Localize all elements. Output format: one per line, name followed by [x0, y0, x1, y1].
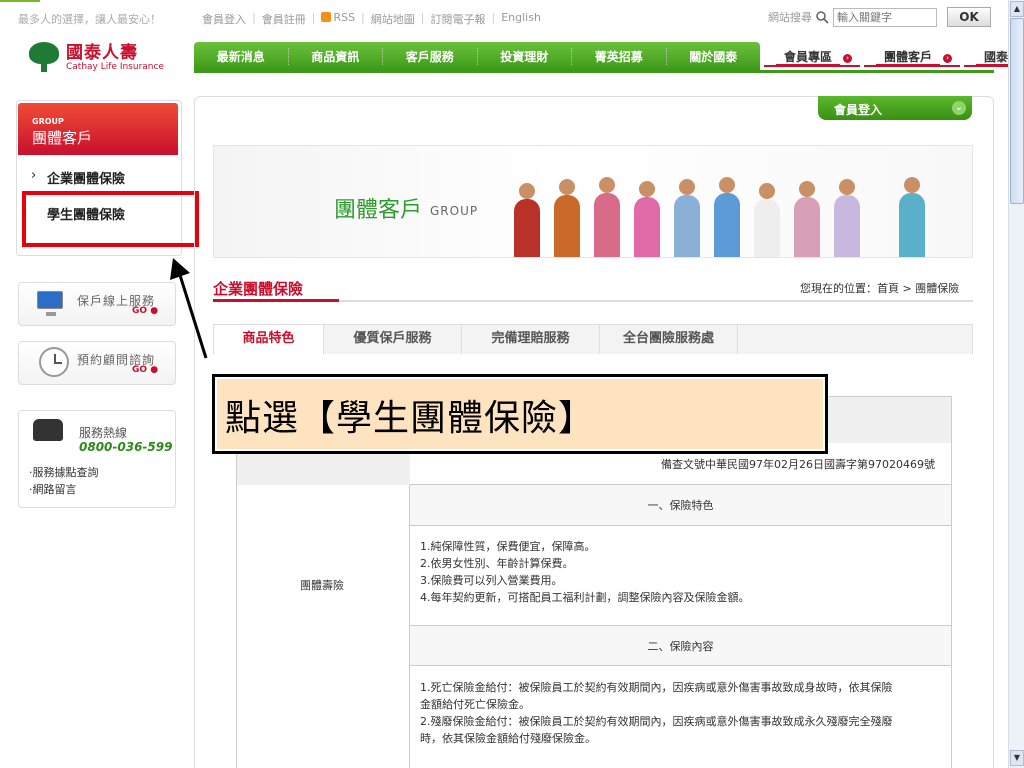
feature-item: 4.每年契約更新，可搭配員工福利計劃，調整保險內容及保險金額。: [420, 591, 750, 604]
hotline-label: 服務熱線: [79, 426, 128, 440]
nav-products[interactable]: 商品資訊: [289, 47, 383, 65]
section-contents-title: 二、保險內容: [647, 640, 714, 653]
group-header-en: GROUP: [32, 117, 64, 126]
monitor-icon: [37, 291, 63, 316]
online-service-button[interactable]: 保戶線上服務 GO ●: [18, 282, 176, 326]
arrow-circle-icon: ›: [843, 54, 853, 63]
top-utility-bar: 最多人的選擇，讓人最安心！ 會員登入 | 會員註冊 | RSS | 網站地圖 | 訂閱電…: [0, 0, 1008, 34]
online-message-link[interactable]: ‧網路留言: [29, 481, 77, 497]
english-link[interactable]: English: [501, 11, 541, 27]
nav-investment[interactable]: 投資理財: [478, 47, 572, 65]
section-features-header: 一、保險特色: [410, 484, 951, 525]
title-divider-accent: [213, 299, 339, 302]
member-register-link[interactable]: 會員註冊: [262, 11, 306, 27]
nav-group-customers[interactable]: 團體客戶 ›: [864, 48, 961, 67]
bullet-icon: ›: [31, 168, 37, 183]
content-item: 1.死亡保險金給付：被保險員工於契約有效期間內，因疾病或意外傷害事故致成身故時，…: [420, 681, 893, 694]
banner-title: 團體客戶: [334, 198, 423, 223]
sitemap-link[interactable]: 網站地圖: [371, 11, 415, 27]
search-input[interactable]: [833, 7, 937, 27]
newsletter-link[interactable]: 訂閱電子報: [430, 11, 485, 27]
approval-number: 備查文號中華民國97年02月26日國壽字第97020469號: [661, 458, 935, 471]
banner-subtitle: GROUP: [430, 204, 479, 218]
nav-group-customers-label: 團體客戶: [876, 50, 941, 66]
feature-item: 3.保險費可以列入營業費用。: [420, 574, 563, 587]
chevron-down-icon: ⌄: [952, 101, 966, 115]
arrow-circle-icon: ›: [943, 54, 953, 63]
nav-about[interactable]: 關於國泰: [667, 48, 761, 65]
page-title: 企業團體保險: [213, 280, 304, 298]
nav-customer-service[interactable]: 客戶服務: [383, 47, 478, 65]
go-label: GO ●: [132, 306, 159, 316]
site-search: 網站搜尋 OK: [768, 7, 991, 27]
nav-underline: [194, 70, 994, 73]
nav-member-zone-label: 會員專區: [776, 50, 841, 66]
member-login-link[interactable]: 會員登入: [202, 11, 246, 27]
rss-label: RSS: [333, 11, 356, 24]
product-name: 團體壽險: [300, 579, 344, 592]
member-login-label: 會員登入: [834, 103, 883, 117]
search-icon: [816, 10, 829, 24]
section-features-title: 一、保險特色: [647, 499, 714, 512]
go-arrow-icon: ●: [150, 365, 159, 375]
nav-member-zone[interactable]: 會員專區 ›: [764, 48, 861, 67]
page: 最多人的選擇，讓人最安心！ 會員登入 | 會員註冊 | RSS | 網站地圖 | 訂閱電…: [0, 0, 1024, 768]
features-cell: 1.純保障性質，保費便宜，保障高。 2.依男女性別、年齡計算保費。 3.保險費可…: [410, 525, 951, 625]
tree-logo-icon: [28, 42, 60, 74]
scroll-up-icon[interactable]: ▲: [1010, 1, 1024, 17]
tab-service-offices[interactable]: 全台團險服務處: [600, 325, 738, 354]
right-nav: 會員專區› 團體客戶› 國泰員工›: [760, 48, 1024, 67]
feature-item: 2.依男女性別、年齡計算保費。: [420, 557, 574, 570]
utility-links: 會員登入 | 會員註冊 | RSS | 網站地圖 | 訂閱電子報 | English: [202, 11, 541, 27]
rss-icon: [321, 12, 332, 22]
section-contents-header: 二、保險內容: [410, 625, 951, 665]
scroll-down-icon[interactable]: ▼: [1010, 750, 1024, 766]
service-hotline-box: 服務熱線 0800-036-599 ‧服務據點查詢 ‧網路留言: [18, 410, 176, 508]
sidebar-item-corporate-group-insurance[interactable]: › 企業團體保險: [31, 168, 126, 187]
rss-link[interactable]: RSS: [321, 11, 355, 27]
service-location-link[interactable]: ‧服務據點查詢: [29, 464, 99, 480]
content-item: 2.殘廢保險金給付：被保險員工於契約有效期間內，因疾病或意外傷害事故致成永久殘廢…: [420, 715, 893, 728]
cathay-logo[interactable]: 國泰人壽 Cathay Life Insurance: [28, 42, 164, 74]
instruction-callout: 點選【學生團體保險】: [212, 374, 828, 454]
clock-icon: [39, 347, 69, 377]
group-banner: 團體客戶 GROUP: [213, 145, 973, 258]
tab-quality-service[interactable]: 優質保戶服務: [324, 325, 462, 354]
nav-recruit[interactable]: 菁英招募: [572, 47, 667, 65]
slogan: 最多人的選擇，讓人最安心！: [18, 13, 161, 26]
nav-news[interactable]: 最新消息: [194, 47, 289, 65]
sidebar-group-header: GROUP 團體客戶: [18, 103, 178, 155]
instruction-text: 點選【學生團體保險】: [225, 398, 596, 439]
content-item: 時，依其保險金額給付殘廢保險金。: [420, 732, 596, 745]
logo-en: Cathay Life Insurance: [66, 61, 164, 72]
appointment-button[interactable]: 預約顧問諮詢 GO ●: [18, 341, 176, 385]
telephone-icon: [33, 419, 63, 441]
product-name-cell: 團體壽險: [237, 485, 410, 768]
hotline-number: 0800-036-599: [79, 440, 173, 454]
go-label: GO ●: [132, 365, 159, 375]
search-label: 網站搜尋: [768, 11, 812, 24]
main-nav: 最新消息 商品資訊 客戶服務 投資理財 菁英招募 關於國泰: [194, 42, 760, 70]
content-item: 金額給付死亡保險金。: [420, 698, 530, 711]
tab-product-features[interactable]: 商品特色: [214, 325, 324, 354]
contents-cell: 1.死亡保險金給付：被保險員工於契約有效期間內，因疾病或意外傷害事故致成身故時，…: [410, 665, 951, 768]
search-ok-button[interactable]: OK: [947, 7, 991, 27]
scroll-thumb[interactable]: [1010, 18, 1024, 204]
tab-claims-service[interactable]: 完備理賠服務: [462, 325, 600, 354]
content-tabs: 商品特色 優質保戶服務 完備理賠服務 全台團險服務處: [213, 324, 973, 354]
sidebar-item-label: 企業團體保險: [47, 172, 126, 187]
group-header-cn: 團體客戶: [32, 129, 93, 147]
breadcrumb: 您現在的位置：首頁 > 團體保險: [800, 282, 960, 295]
highlight-box: [22, 191, 199, 247]
member-login-button[interactable]: 會員登入 ⌄: [818, 96, 972, 120]
logo-cn: 國泰人壽: [66, 42, 138, 63]
vertical-scrollbar[interactable]: ▲ ▼: [1008, 0, 1024, 768]
feature-item: 1.純保障性質，保費便宜，保障高。: [420, 540, 596, 553]
go-arrow-icon: ●: [150, 306, 159, 316]
